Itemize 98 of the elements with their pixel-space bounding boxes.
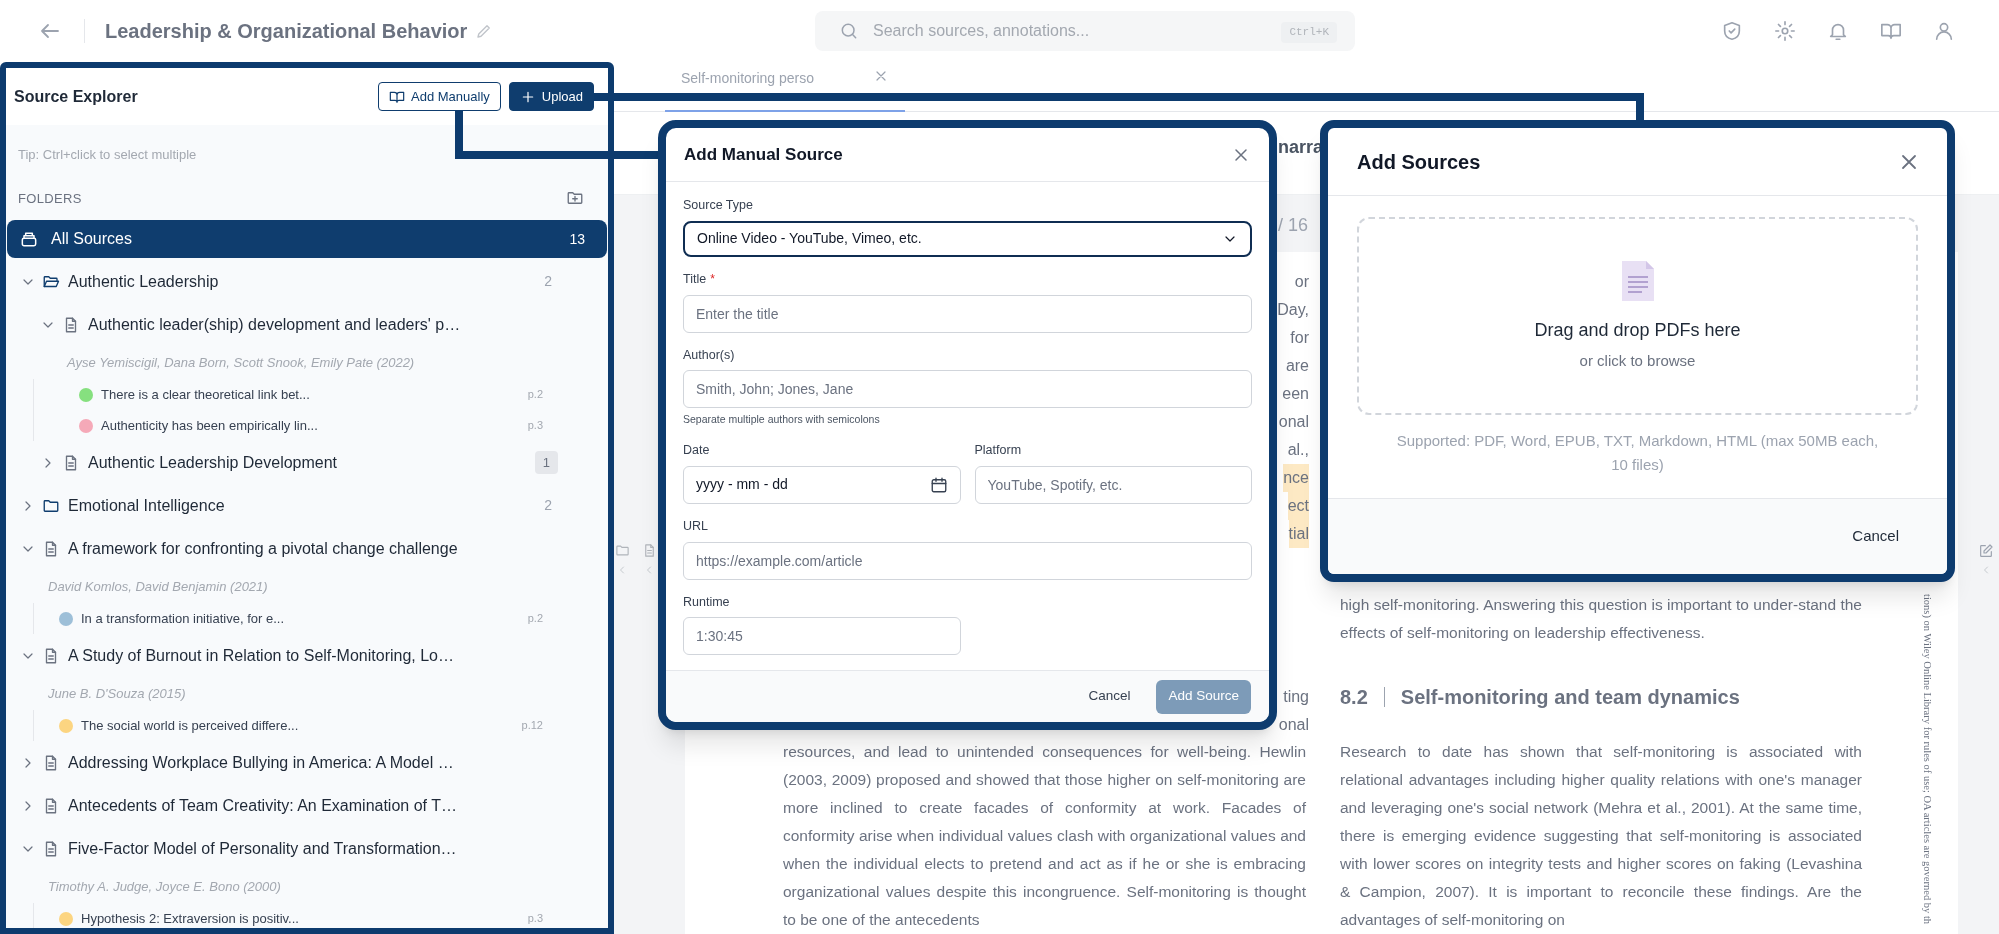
source-item[interactable]: Five-Factor Model of Personality and Transformation… xyxy=(6,827,608,870)
dialog-title: Add Sources xyxy=(1357,149,1481,175)
section-heading: FOLDERS xyxy=(18,189,82,208)
field-label: Runtime xyxy=(683,593,730,611)
source-item[interactable]: Antecedents of Team Creativity: An Examination of T… xyxy=(6,784,608,827)
text-fragment: onal xyxy=(1278,715,1309,735)
text-fragment: nce xyxy=(1283,464,1309,492)
annotation-item[interactable]: There is a clear theoretical link bet... xyxy=(101,384,528,405)
upload-button[interactable]: Upload xyxy=(508,82,594,111)
source-item[interactable]: Authentic leader(ship) development and leaders' p… xyxy=(6,303,608,346)
source-title: Addressing Workplace Bullying in America: A Model … xyxy=(68,752,455,773)
all-sources-item[interactable]: All Sources 13 xyxy=(7,220,607,258)
folder-item[interactable]: Authentic Leadership 2 xyxy=(6,260,608,303)
document-icon xyxy=(1619,259,1656,304)
text-fragment: tial xyxy=(1288,520,1309,548)
dialog-title: Add Manual Source xyxy=(684,143,843,166)
help-text: Separate multiple authors with semicolons xyxy=(683,412,881,428)
source-authors: June B. D'Souza (2015) xyxy=(47,684,187,703)
file-drop-zone[interactable]: Drag and drop PDFs here or click to browse xyxy=(1357,217,1918,415)
body-paragraph: resources, and lead to unintended consequences for well-being. Hewlin (2003, 2009) proposed and showed that those higher on self-monitoring are more inclined to create facades of conformity at work. Facades of conformity arise when individual values clash with organizational values and when the individual elects to pretend and act as if he or she is embracing organizational values despite this incongruence. Self-monitoring is thought to be one of the antecedents xyxy=(783,742,1306,930)
section-number: 8.2 xyxy=(1340,685,1368,710)
date-field[interactable]: yyyy - mm - dd xyxy=(683,465,961,504)
text-fragment: onal xyxy=(1278,412,1309,432)
search-icon xyxy=(839,21,859,41)
folder-name: Authentic Leadership xyxy=(68,271,220,292)
source-title: A framework for confronting a pivotal change challenge xyxy=(68,538,459,559)
page-number: p.12 xyxy=(521,718,543,734)
page-number: p.2 xyxy=(527,611,543,627)
field-label: Date xyxy=(683,442,710,459)
calendar-icon xyxy=(929,475,948,494)
tab-label: Self-monitoring perso xyxy=(681,69,815,88)
shield-check-icon[interactable] xyxy=(1721,20,1743,42)
source-title: Antecedents of Team Creativity: An Examination of T… xyxy=(68,795,458,816)
all-sources-label: All Sources xyxy=(51,229,133,249)
item-count: 1 xyxy=(534,450,558,475)
page-number: p.3 xyxy=(527,911,543,927)
annotation-item[interactable]: In a transformation initiative, for e... xyxy=(81,608,528,629)
source-title: Five-Factor Model of Personality and Transformation… xyxy=(68,838,458,859)
stack-icon xyxy=(19,229,39,249)
page-number: p.3 xyxy=(527,418,543,434)
drop-zone-subtitle: or click to browse xyxy=(1579,351,1696,372)
text-fragment: for xyxy=(1290,328,1309,348)
input-field[interactable]: https://example.com/article xyxy=(683,541,1252,580)
input-field[interactable]: Enter the title xyxy=(683,294,1252,333)
text-fragment: ting xyxy=(1283,687,1309,707)
field-label: Platform xyxy=(974,442,1022,459)
text-fragment: Day, xyxy=(1277,300,1309,320)
user-icon[interactable] xyxy=(1933,20,1955,42)
text-fragment: ect xyxy=(1287,492,1309,520)
body-paragraph: Research to date has shown that self-monitoring is associated with relational advantages including higher quality relations with one's manager and leveraging one's social network (Mehra et al., 2001). At the same time, there is emerging evidence suggesting that self-monitoring is associated with lower scores on integrity tests and higher scores on faking (Levashina & Campion, 2007). It is important to reconcile these findings. Are the advantages of self-monitoring on xyxy=(1340,742,1862,930)
cancel-button[interactable]: Cancel xyxy=(1080,679,1139,714)
supported-formats-text: Supported: PDF, Word, EPUB, TXT, Markdown, HTML (max 50MB each, 10 files) xyxy=(1395,431,1880,475)
source-item[interactable]: Authentic Leadership Development 1 xyxy=(6,441,608,484)
annotation-item[interactable]: Hypothesis 2: Extraversion is positiv... xyxy=(81,908,528,928)
folder-item[interactable]: Emotional Intelligence 2 xyxy=(6,484,608,527)
source-type-select[interactable]: Online Video - YouTube, Vimeo, etc. xyxy=(683,220,1252,257)
annotation-item[interactable]: The social world is perceived differe... xyxy=(81,715,522,736)
text-fragment: are xyxy=(1285,356,1309,376)
source-item[interactable]: A Study of Burnout in Relation to Self-Monitoring, Lo… xyxy=(6,634,608,677)
required-mark: * xyxy=(710,271,715,289)
source-authors: David Komlos, David Benjamin (2021) xyxy=(47,577,269,596)
document-icon[interactable] xyxy=(642,543,657,558)
add-manually-button[interactable]: Add Manually xyxy=(378,82,501,111)
source-title: A Study of Burnout in Relation to Self-Monitoring, Lo… xyxy=(68,645,455,666)
source-authors: Timothy A. Judge, Joyce E. Bono (2000) xyxy=(47,877,282,896)
text-fragment: al., xyxy=(1287,440,1309,460)
tip-text: Tip: Ctrl+click to select multiple xyxy=(17,146,198,164)
item-count: 2 xyxy=(544,496,552,515)
source-title: Authentic Leadership Development xyxy=(88,452,339,473)
source-authors: Ayse Yemiscigil, Dana Born, Scott Snook, Emily Pate (2022) xyxy=(65,353,416,372)
source-item[interactable]: A framework for confronting a pivotal change challenge xyxy=(6,527,608,570)
item-count: 13 xyxy=(569,229,585,249)
item-count: 2 xyxy=(544,272,552,291)
source-item[interactable]: Addressing Workplace Bullying in America: A Model … xyxy=(6,741,608,784)
project-title: Leadership & Organizational Behavior xyxy=(105,19,468,44)
page-counter: / 16 xyxy=(1278,214,1309,237)
input-field[interactable]: YouTube, Spotify, etc. xyxy=(974,465,1252,504)
field-label: Title xyxy=(683,270,707,288)
field-label: Author(s) xyxy=(683,346,735,364)
input-field[interactable]: Smith, John; Jones, Jane xyxy=(683,370,1252,409)
cancel-button[interactable]: Cancel xyxy=(1840,519,1911,554)
field-label: URL xyxy=(683,517,708,535)
drop-zone-title: Drag and drop PDFs here xyxy=(1534,319,1741,343)
page-number: p.2 xyxy=(527,387,543,403)
panel-title: Source Explorer xyxy=(14,86,138,107)
margin-note: tions) on Wiley Online Library for rules of use; OA articles are governed by th xyxy=(1921,594,1934,927)
source-title: Authentic leader(ship) development and leaders' p… xyxy=(88,314,462,335)
body-paragraph: high self-monitoring. Answering this question is important to under-stand the effects of self-monitoring on leadership effectiveness. xyxy=(1340,595,1862,643)
folder-icon[interactable] xyxy=(615,543,630,558)
runtime-field[interactable]: 1:30:45 xyxy=(683,617,961,656)
text-fragment: or xyxy=(1294,272,1309,292)
shortcut-hint: Ctrl+K xyxy=(1281,22,1337,43)
edit-icon[interactable] xyxy=(1978,543,1994,559)
annotation-item[interactable]: Authenticity has been empirically lin... xyxy=(101,415,528,436)
folder-name: Emotional Intelligence xyxy=(68,495,226,516)
text-fragment: een xyxy=(1282,384,1309,404)
field-label: Source Type xyxy=(683,197,753,214)
section-heading: Self-monitoring and team dynamics xyxy=(1400,685,1740,710)
